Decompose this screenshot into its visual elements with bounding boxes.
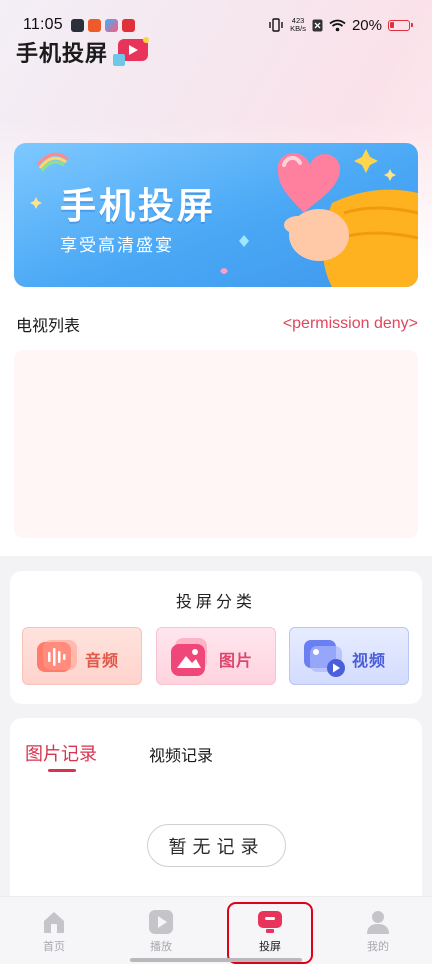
permission-status[interactable]: <permission deny> (283, 315, 418, 333)
status-right: 423 KB/s 20% (268, 16, 413, 34)
tv-list-container[interactable] (14, 350, 418, 538)
image-icon (171, 638, 207, 676)
notification-app-icon (104, 18, 118, 32)
audio-icon (37, 640, 77, 672)
nav-play[interactable]: 播放 (131, 909, 191, 957)
status-time: 11:05 (23, 16, 63, 33)
video-icon (304, 640, 345, 677)
net-speed: 423 KB/s (290, 17, 306, 33)
tab-video-records[interactable]: 视频记录 (149, 742, 213, 766)
app-title: 手机投屏 (16, 42, 109, 67)
status-notification-icons (70, 18, 135, 32)
home-icon (44, 912, 64, 933)
user-icon (367, 911, 389, 934)
active-tab-indicator (48, 769, 76, 772)
play-icon (149, 910, 173, 934)
tab-image-records[interactable]: 图片记录 (25, 740, 97, 766)
nav-home[interactable]: 首页 (24, 909, 84, 957)
notification-app-icon (121, 18, 135, 32)
banner-subtitle: 享受高清盛宴 (60, 236, 174, 256)
no-records-button[interactable]: 暂无记录 (147, 824, 286, 867)
tv-list-title: 电视列表 (16, 316, 81, 335)
vibrate-icon (269, 18, 283, 32)
category-audio-button[interactable]: 音频 (22, 627, 142, 685)
tv-list-header: 电视列表 <permission deny> (16, 312, 418, 336)
bottom-navigation: 首页 播放 投屏 我的 (0, 896, 432, 964)
nav-mine[interactable]: 我的 (348, 909, 408, 957)
battery-percent: 20% (351, 16, 382, 34)
battery-icon (388, 19, 413, 31)
wifi-icon (329, 19, 346, 31)
notification-app-icon (87, 18, 101, 32)
app-header: 手机投屏 (16, 36, 152, 68)
promo-banner[interactable]: 手机投屏 享受高清盛宴 (14, 143, 418, 287)
category-video-button[interactable]: 视频 (289, 627, 409, 685)
category-video-label: 视频 (352, 651, 387, 670)
nav-home-label: 首页 (43, 940, 65, 953)
notification-app-icon (70, 18, 84, 32)
category-title: 投屏分类 (175, 592, 256, 611)
app-logo-icon (113, 37, 150, 66)
banner-title: 手机投屏 (60, 186, 217, 227)
nav-mine-label: 我的 (367, 940, 389, 953)
category-image-label: 图片 (219, 651, 254, 670)
category-image-button[interactable]: 图片 (156, 627, 276, 685)
sim-off-icon (312, 19, 323, 31)
nav-play-label: 播放 (150, 940, 172, 953)
cast-category-card: 投屏分类 音频 图片 视频 (10, 571, 422, 704)
active-nav-highlight-box (227, 902, 313, 964)
net-speed-unit: KB/s (290, 24, 306, 33)
category-audio-label: 音频 (85, 651, 120, 670)
home-indicator[interactable] (130, 958, 302, 962)
records-card: 图片记录 视频记录 暂无记录 (10, 718, 422, 918)
